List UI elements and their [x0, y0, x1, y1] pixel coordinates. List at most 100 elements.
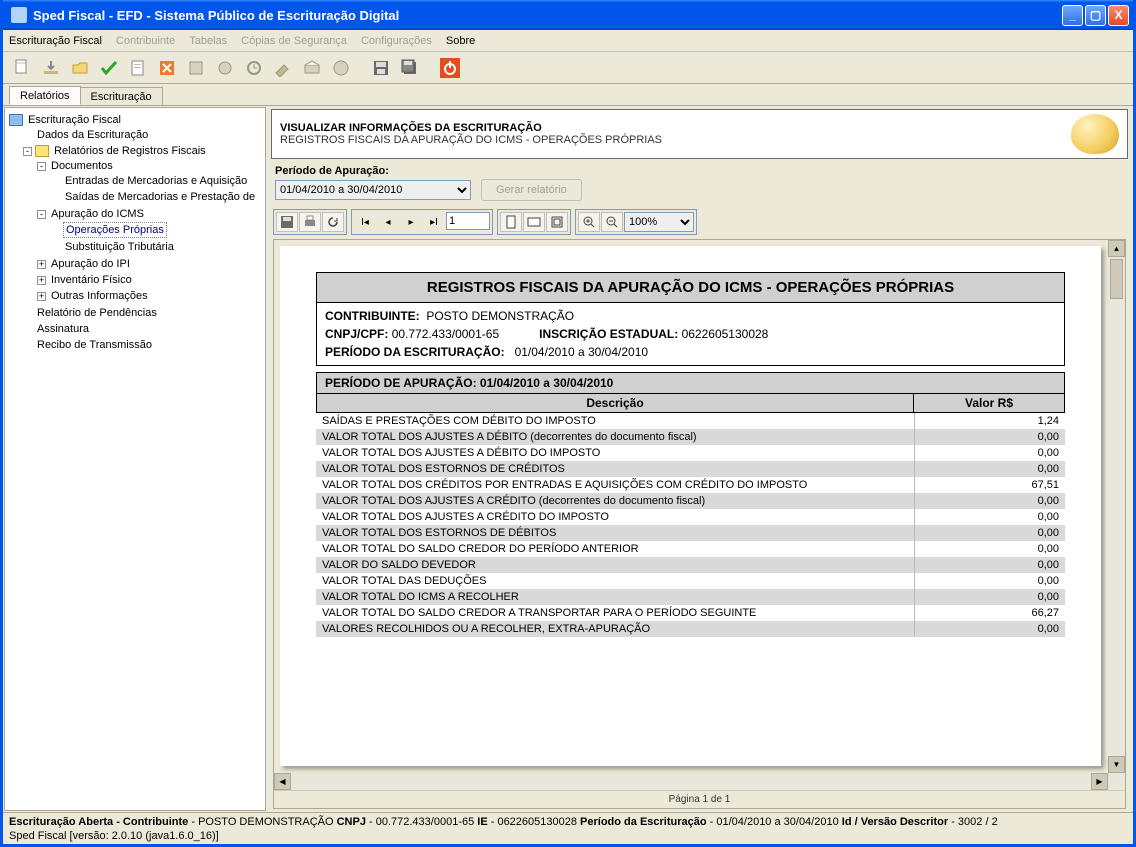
- row-value: 0,00: [915, 509, 1065, 525]
- tree-saidas[interactable]: Saídas de Mercadorias e Prestação de: [63, 190, 257, 204]
- rv-zoom-out-icon[interactable]: [601, 212, 623, 232]
- toolbar-save-icon[interactable]: [368, 55, 394, 81]
- scroll-right-icon[interactable]: ▶: [1091, 773, 1108, 790]
- tree-outras[interactable]: Outras Informações: [49, 289, 150, 303]
- maximize-button[interactable]: ▢: [1085, 5, 1106, 26]
- toolbar-saveall-icon[interactable]: [397, 55, 423, 81]
- menu-sobre[interactable]: Sobre: [446, 35, 475, 47]
- val-periodo: 01/04/2010 a 30/04/2010: [515, 345, 648, 359]
- tree-dados[interactable]: Dados da Escrituração: [35, 128, 150, 142]
- tab-escrituracao[interactable]: Escrituração: [80, 87, 163, 105]
- expand-icon[interactable]: +: [37, 260, 46, 269]
- scroll-thumb[interactable]: [1110, 259, 1123, 299]
- val-contribuinte: POSTO DEMONSTRAÇÃO: [426, 309, 574, 323]
- row-value: 0,00: [915, 445, 1065, 461]
- toolbar-tool2-icon[interactable]: [212, 55, 238, 81]
- menu-tabelas[interactable]: Tabelas: [189, 35, 227, 47]
- tree-apur-icms[interactable]: Apuração do ICMS: [49, 207, 146, 221]
- report-page: REGISTROS FISCAIS DA APURAÇÃO DO ICMS - …: [280, 246, 1101, 766]
- minimize-button[interactable]: _: [1062, 5, 1083, 26]
- row-desc: VALOR TOTAL DO ICMS A RECOLHER: [316, 589, 915, 605]
- rv-zoom-select[interactable]: 100%: [624, 212, 694, 232]
- row-desc: VALOR TOTAL DOS AJUSTES A DÉBITO (decorr…: [316, 429, 915, 445]
- rv-zoom-in-icon[interactable]: [578, 212, 600, 232]
- scroll-up-icon[interactable]: ▲: [1108, 240, 1125, 257]
- menu-contribuinte[interactable]: Contribuinte: [116, 35, 175, 47]
- toolbar-import-icon[interactable]: [38, 55, 64, 81]
- row-desc: VALOR TOTAL DOS AJUSTES A CRÉDITO DO IMP…: [316, 509, 915, 525]
- row-value: 0,00: [915, 621, 1065, 637]
- tree-assinatura[interactable]: Assinatura: [35, 322, 91, 336]
- table-row: VALOR TOTAL DO SALDO CREDOR DO PERÍODO A…: [316, 541, 1065, 557]
- rv-first-page-icon[interactable]: I◂: [354, 212, 376, 232]
- toolbar-open-icon[interactable]: [67, 55, 93, 81]
- tree-inventario[interactable]: Inventário Físico: [49, 273, 134, 287]
- toolbar-check-icon[interactable]: [96, 55, 122, 81]
- toolbar-new-icon[interactable]: [9, 55, 35, 81]
- rv-fitpage-icon[interactable]: [500, 212, 522, 232]
- tree-recibo[interactable]: Recibo de Transmissão: [35, 338, 154, 352]
- toolbar-tool3-icon[interactable]: [241, 55, 267, 81]
- tree-sub-trib[interactable]: Substituição Tributária: [63, 240, 176, 254]
- rv-last-page-icon[interactable]: ▸I: [423, 212, 445, 232]
- rv-save-icon[interactable]: [276, 212, 298, 232]
- app-icon: [11, 7, 27, 23]
- row-value: 1,24: [915, 413, 1065, 429]
- row-desc: SAÍDAS E PRESTAÇÕES COM DÉBITO DO IMPOST…: [316, 413, 915, 429]
- val-cnpj: 00.772.433/0001-65: [392, 327, 499, 341]
- toolbar-doc-icon[interactable]: [125, 55, 151, 81]
- table-row: VALOR TOTAL DO SALDO CREDOR A TRANSPORTA…: [316, 605, 1065, 621]
- row-value: 0,00: [915, 525, 1065, 541]
- row-desc: VALOR TOTAL DOS AJUSTES A DÉBITO DO IMPO…: [316, 445, 915, 461]
- toolbar-tool1-icon[interactable]: [183, 55, 209, 81]
- expand-icon[interactable]: +: [37, 292, 46, 301]
- toolbar-power-icon[interactable]: [437, 55, 463, 81]
- scroll-down-icon[interactable]: ▼: [1108, 756, 1125, 773]
- tree-root[interactable]: Escrituração Fiscal: [26, 113, 123, 127]
- collapse-icon[interactable]: -: [23, 147, 32, 156]
- menu-escrituracao-fiscal[interactable]: Escrituração Fiscal: [9, 35, 102, 47]
- rv-page-input[interactable]: [446, 212, 490, 230]
- table-row: VALOR TOTAL DOS AJUSTES A DÉBITO DO IMPO…: [316, 445, 1065, 461]
- toolbar-delete-icon[interactable]: [154, 55, 180, 81]
- tree-apur-ipi[interactable]: Apuração do IPI: [49, 257, 132, 271]
- rv-fitwidth-icon[interactable]: [523, 212, 545, 232]
- table-row: VALOR TOTAL DOS ESTORNOS DE DÉBITOS0,00: [316, 525, 1065, 541]
- collapse-icon[interactable]: -: [37, 162, 46, 171]
- row-desc: VALOR TOTAL DO SALDO CREDOR DO PERÍODO A…: [316, 541, 915, 557]
- toolbar-tool4-icon[interactable]: [270, 55, 296, 81]
- row-value: 0,00: [915, 429, 1065, 445]
- period-select[interactable]: 01/04/2010 a 30/04/2010: [275, 180, 471, 200]
- table-row: VALOR TOTAL DOS AJUSTES A CRÉDITO (decor…: [316, 493, 1065, 509]
- val-ie: 0622605130028: [682, 327, 769, 341]
- info-header: VISUALIZAR INFORMAÇÕES DA ESCRITURAÇÃO R…: [271, 109, 1128, 159]
- tree-op-proprias[interactable]: Operações Próprias: [63, 222, 167, 238]
- toolbar-tool5-icon[interactable]: [299, 55, 325, 81]
- lbl-periodo: PERÍODO DA ESCRITURAÇÃO:: [325, 345, 505, 359]
- tree-entradas[interactable]: Entradas de Mercadorias e Aquisição: [63, 174, 249, 188]
- collapse-icon[interactable]: -: [37, 210, 46, 219]
- titlebar[interactable]: Sped Fiscal - EFD - Sistema Público de E…: [3, 0, 1133, 30]
- scroll-left-icon[interactable]: ◀: [274, 773, 291, 790]
- tree-relreg[interactable]: Relatórios de Registros Fiscais: [52, 144, 208, 158]
- tree-pendencias[interactable]: Relatório de Pendências: [35, 306, 159, 320]
- close-button[interactable]: X: [1108, 5, 1129, 26]
- lbl-cnpj: CNPJ/CPF:: [325, 327, 388, 341]
- menu-copias-seguranca[interactable]: Cópias de Segurança: [241, 35, 347, 47]
- expand-icon[interactable]: +: [37, 276, 46, 285]
- rv-refresh-icon[interactable]: [322, 212, 344, 232]
- row-value: 0,00: [915, 589, 1065, 605]
- tree-documentos[interactable]: Documentos: [49, 159, 115, 173]
- tab-relatorios[interactable]: Relatórios: [9, 86, 81, 105]
- row-desc: VALOR TOTAL DO SALDO CREDOR A TRANSPORTA…: [316, 605, 915, 621]
- rv-prev-page-icon[interactable]: ◂: [377, 212, 399, 232]
- vertical-scrollbar[interactable]: ▲ ▼: [1108, 240, 1125, 773]
- generate-report-button[interactable]: Gerar relatório: [481, 179, 582, 201]
- toolbar-tool6-icon[interactable]: [328, 55, 354, 81]
- info-line1: VISUALIZAR INFORMAÇÕES DA ESCRITURAÇÃO: [280, 122, 1071, 134]
- rv-print-icon[interactable]: [299, 212, 321, 232]
- menu-configuracoes[interactable]: Configurações: [361, 35, 432, 47]
- horizontal-scrollbar[interactable]: ◀ ▶: [274, 773, 1108, 790]
- rv-actual-icon[interactable]: [546, 212, 568, 232]
- rv-next-page-icon[interactable]: ▸: [400, 212, 422, 232]
